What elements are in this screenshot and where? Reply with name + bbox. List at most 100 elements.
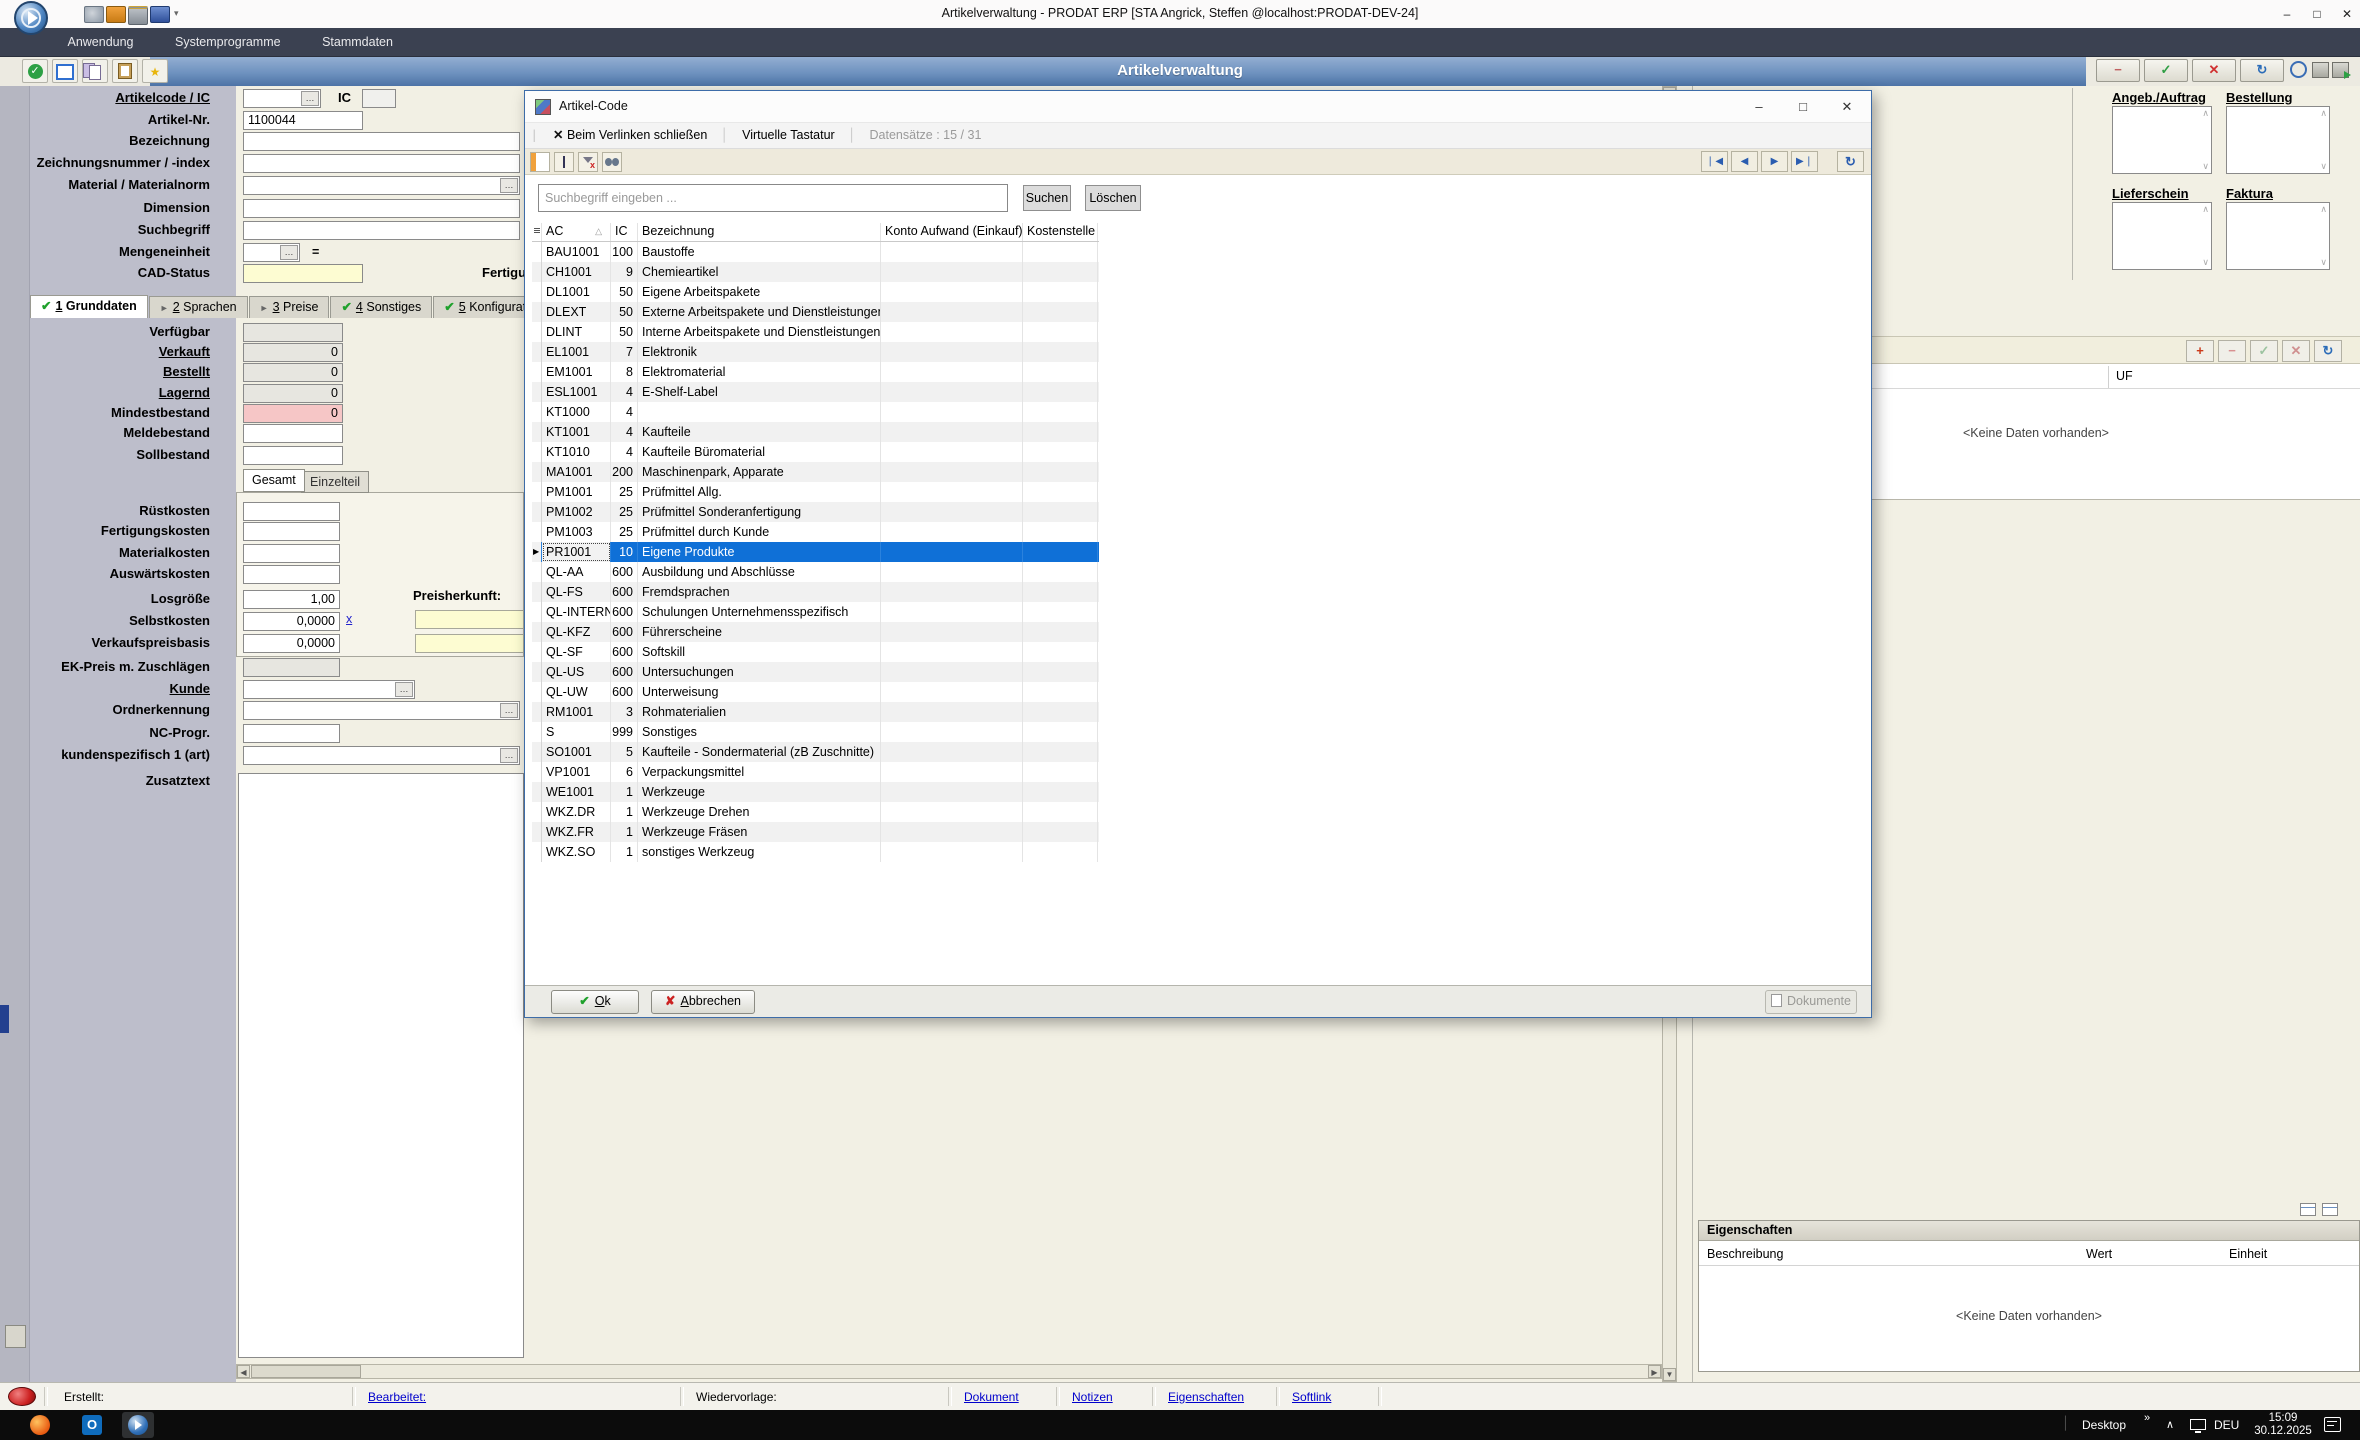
cell-bez[interactable]: Externe Arbeitspakete und Dienstleistung…	[638, 302, 881, 322]
kundenspezifisch-field[interactable]: …	[243, 746, 520, 765]
cell-konto[interactable]	[881, 502, 1023, 522]
taskbar-outlook-icon[interactable]: O	[76, 1412, 108, 1438]
cell-marker[interactable]	[532, 282, 542, 302]
cell-marker[interactable]	[532, 842, 542, 862]
cell-ac[interactable]: S	[542, 722, 611, 742]
cell-bez[interactable]: Prüfmittel Allg.	[638, 482, 881, 502]
selbstkosten-field[interactable]: 0,0000	[243, 612, 340, 631]
faktura-list[interactable]: ∧∨	[2226, 202, 2330, 270]
taskbar-prodat-icon-active[interactable]	[122, 1412, 154, 1438]
horizontal-scrollbar[interactable]: ◀ ▶	[236, 1364, 1662, 1379]
cell-konto[interactable]	[881, 662, 1023, 682]
label-bestellung[interactable]: Bestellung	[2226, 90, 2292, 105]
cell-ac[interactable]: KT1001	[542, 422, 611, 442]
table-row[interactable]: WKZ.FR1Werkzeuge Fräsen	[532, 822, 1099, 842]
cell-kost[interactable]	[1023, 522, 1098, 542]
cell-konto[interactable]	[881, 742, 1023, 762]
cell-bez[interactable]: Fremdsprachen	[638, 582, 881, 602]
subtab-gesamt[interactable]: Gesamt	[243, 469, 305, 492]
sollbestand-field[interactable]	[243, 446, 343, 465]
cell-ic[interactable]: 600	[611, 582, 638, 602]
table-row[interactable]: KT10104Kaufteile Büromaterial	[532, 442, 1099, 462]
table-row[interactable]: PM100125Prüfmittel Allg.	[532, 482, 1099, 502]
cell-kost[interactable]	[1023, 622, 1098, 642]
table-row[interactable]: WKZ.SO1sonstiges Werkzeug	[532, 842, 1099, 862]
cell-marker[interactable]	[532, 822, 542, 842]
history-clock-icon[interactable]	[2290, 61, 2307, 78]
record-delete-button[interactable]: −	[2096, 59, 2140, 82]
ok-button[interactable]: ✔Ok	[551, 990, 639, 1014]
remove-row-button[interactable]: −	[2218, 340, 2246, 362]
cell-ac[interactable]: PR1001	[542, 542, 611, 562]
cell-ic[interactable]: 600	[611, 642, 638, 662]
cell-ac[interactable]: QL-SF	[542, 642, 611, 662]
ordnerkennung-lookup-button[interactable]: …	[500, 703, 518, 718]
properties-grid-icon[interactable]	[2300, 1203, 2316, 1216]
cell-ic[interactable]: 4	[611, 382, 638, 402]
cell-kost[interactable]	[1023, 562, 1098, 582]
label-faktura[interactable]: Faktura	[2226, 186, 2273, 201]
table-row[interactable]: DL100150Eigene Arbeitspakete	[532, 282, 1099, 302]
record-refresh-button[interactable]: ↻	[2240, 59, 2284, 82]
taskbar-desktop-button[interactable]: Desktop	[2082, 1418, 2126, 1432]
cell-marker[interactable]	[532, 482, 542, 502]
kunde-lookup-button[interactable]: …	[395, 682, 413, 697]
cell-ac[interactable]: QL-UW	[542, 682, 611, 702]
label-bestellt[interactable]: Bestellt	[30, 362, 210, 382]
search-binoculars-icon[interactable]	[602, 152, 622, 172]
cell-konto[interactable]	[881, 702, 1023, 722]
cell-konto[interactable]	[881, 362, 1023, 382]
cell-bez[interactable]: Kaufteile - Sondermaterial (zB Zuschnitt…	[638, 742, 881, 762]
cell-bez[interactable]: Prüfmittel durch Kunde	[638, 522, 881, 542]
cell-ic[interactable]: 50	[611, 302, 638, 322]
label-lagernd[interactable]: Lagernd	[30, 383, 210, 403]
cell-konto[interactable]	[881, 822, 1023, 842]
cell-ac[interactable]: QL-INTERN	[542, 602, 611, 622]
cell-ac[interactable]: PM1001	[542, 482, 611, 502]
pin-panel-icon[interactable]	[5, 1325, 26, 1348]
zeichnungsnummer-field[interactable]	[243, 154, 520, 173]
discard-row-button[interactable]: ✕	[2282, 340, 2310, 362]
cell-ic[interactable]: 7	[611, 342, 638, 362]
tab-preise[interactable]: ►3 Preise	[249, 296, 330, 318]
package-export-icon[interactable]	[2332, 62, 2349, 78]
cell-kost[interactable]	[1023, 322, 1098, 342]
add-row-button[interactable]: +	[2186, 340, 2214, 362]
fertigungskosten-field[interactable]	[243, 522, 340, 541]
cell-bez[interactable]: Kaufteile Büromaterial	[638, 442, 881, 462]
scroll-down-icon[interactable]: ∨	[2320, 161, 2327, 172]
dialog-maximize-button[interactable]: □	[1781, 93, 1825, 121]
cell-bez[interactable]: Interne Arbeitspakete und Dienstleistung…	[638, 322, 881, 342]
cell-konto[interactable]	[881, 582, 1023, 602]
cell-bez[interactable]: Softskill	[638, 642, 881, 662]
cell-konto[interactable]	[881, 342, 1023, 362]
cell-kost[interactable]	[1023, 282, 1098, 302]
lieferschein-list[interactable]: ∧∨	[2112, 202, 2212, 270]
nav-next-button[interactable]: ▶	[1761, 151, 1788, 172]
cell-marker[interactable]	[532, 402, 542, 422]
cell-marker[interactable]	[532, 722, 542, 742]
cell-ac[interactable]: DLEXT	[542, 302, 611, 322]
tab-grunddaten[interactable]: ✔1 Grunddaten	[30, 295, 148, 318]
cad-status-field[interactable]	[243, 264, 363, 283]
losgroesse-field[interactable]: 1,00	[243, 590, 340, 609]
cell-marker[interactable]	[532, 602, 542, 622]
label-artikelcode[interactable]: Artikelcode / IC	[30, 88, 210, 108]
cell-kost[interactable]	[1023, 762, 1098, 782]
clear-search-button[interactable]: Löschen	[1085, 185, 1141, 211]
cell-kost[interactable]	[1023, 242, 1098, 262]
cell-marker[interactable]	[532, 662, 542, 682]
ordnerkennung-field[interactable]: …	[243, 701, 520, 720]
cell-marker[interactable]	[532, 342, 542, 362]
taskbar-browser-icon[interactable]	[24, 1412, 56, 1438]
cell-kost[interactable]	[1023, 262, 1098, 282]
cell-ac[interactable]: EM1001	[542, 362, 611, 382]
confirm-icon[interactable]: ✓	[22, 59, 48, 83]
nav-last-button[interactable]: ▶	[1791, 151, 1818, 172]
cell-bez[interactable]: Untersuchungen	[638, 662, 881, 682]
table-row[interactable]: QL-AA600Ausbildung und Abschlüsse	[532, 562, 1099, 582]
cell-ac[interactable]: CH1001	[542, 262, 611, 282]
kunde-field[interactable]: …	[243, 680, 415, 699]
cell-ic[interactable]: 25	[611, 502, 638, 522]
cell-kost[interactable]	[1023, 662, 1098, 682]
